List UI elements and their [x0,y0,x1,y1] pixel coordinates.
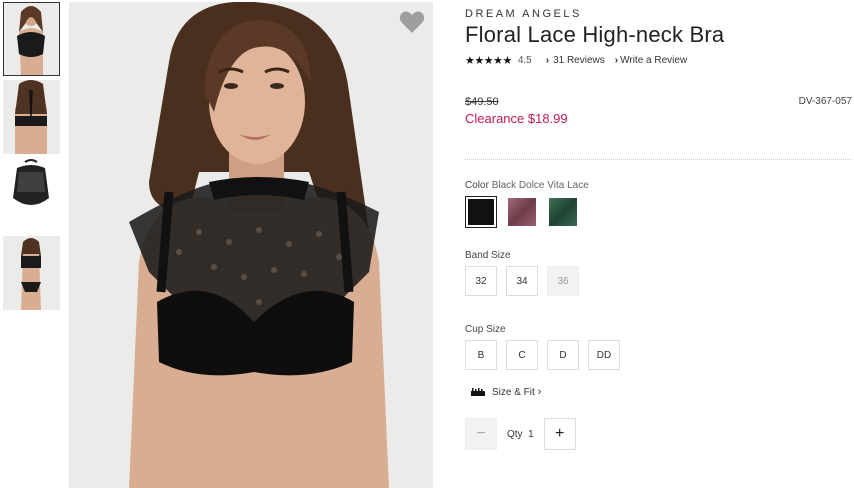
quantity-increase-button[interactable]: + [543,418,576,450]
original-price: $49.50 [465,96,499,108]
band-size-label: Band Size [465,250,511,261]
ruler-icon [471,388,485,396]
band-size-option[interactable]: 32 [465,266,497,296]
thumbnail-product[interactable] [3,158,60,232]
cup-size-option[interactable]: DD [588,340,620,370]
model-photo [69,2,433,488]
band-size-option[interactable]: 34 [506,266,538,296]
cup-size-option[interactable]: D [547,340,579,370]
price-block: $49.50 Clearance $18.99 DV-367-057 [465,96,854,136]
size-fit-link[interactable]: Size & Fit › [471,386,854,398]
heart-icon[interactable] [399,10,425,34]
quantity-decrease-button[interactable]: − [465,418,497,450]
product-details: DREAM ANGELS Floral Lace High-neck Bra ★… [465,0,854,450]
thumbnail-front[interactable] [3,2,60,76]
swatch-black[interactable] [465,196,497,228]
swatch-mauve[interactable] [506,196,538,228]
thumbnail-back[interactable] [3,80,60,154]
chevron-right-icon: › [537,386,542,398]
color-label: Color Black Dolce Vita Lace [465,180,589,191]
swatch-green[interactable] [547,196,579,228]
brand-name: DREAM ANGELS [465,8,582,20]
reviews-link[interactable]: › 31 Reviews [546,55,605,66]
color-swatches [465,196,854,228]
product-sku: DV-367-057 [798,96,852,107]
band-size-option[interactable]: 36 [547,266,579,296]
quantity-value: 1 [528,428,534,440]
rating-row: ★★★★★ 4.5 › 31 Reviews › Write a Review [465,54,854,67]
quantity-stepper: − Qty 1 + [465,418,854,450]
chevron-right-icon: › [545,55,550,66]
chevron-right-icon: › [614,55,619,66]
rating-value: 4.5 [517,55,532,66]
product-title: Floral Lace High-neck Bra [465,22,725,47]
divider [465,159,852,160]
quantity-label: Qty 1 [507,428,534,440]
cup-size-option[interactable]: C [506,340,538,370]
star-rating: ★★★★★ [465,55,512,67]
selected-color: Black Dolce Vita Lace [491,180,589,191]
cup-size-option[interactable]: B [465,340,497,370]
band-size-options: 32 34 36 [465,266,854,296]
cup-size-label: Cup Size [465,324,506,335]
thumbnail-full-body[interactable] [3,236,60,310]
write-review-link[interactable]: › Write a Review [615,55,687,66]
thumbnail-list [3,2,60,314]
main-product-image [69,2,433,488]
sale-price: Clearance $18.99 [465,111,568,126]
cup-size-options: B C D DD [465,340,854,370]
